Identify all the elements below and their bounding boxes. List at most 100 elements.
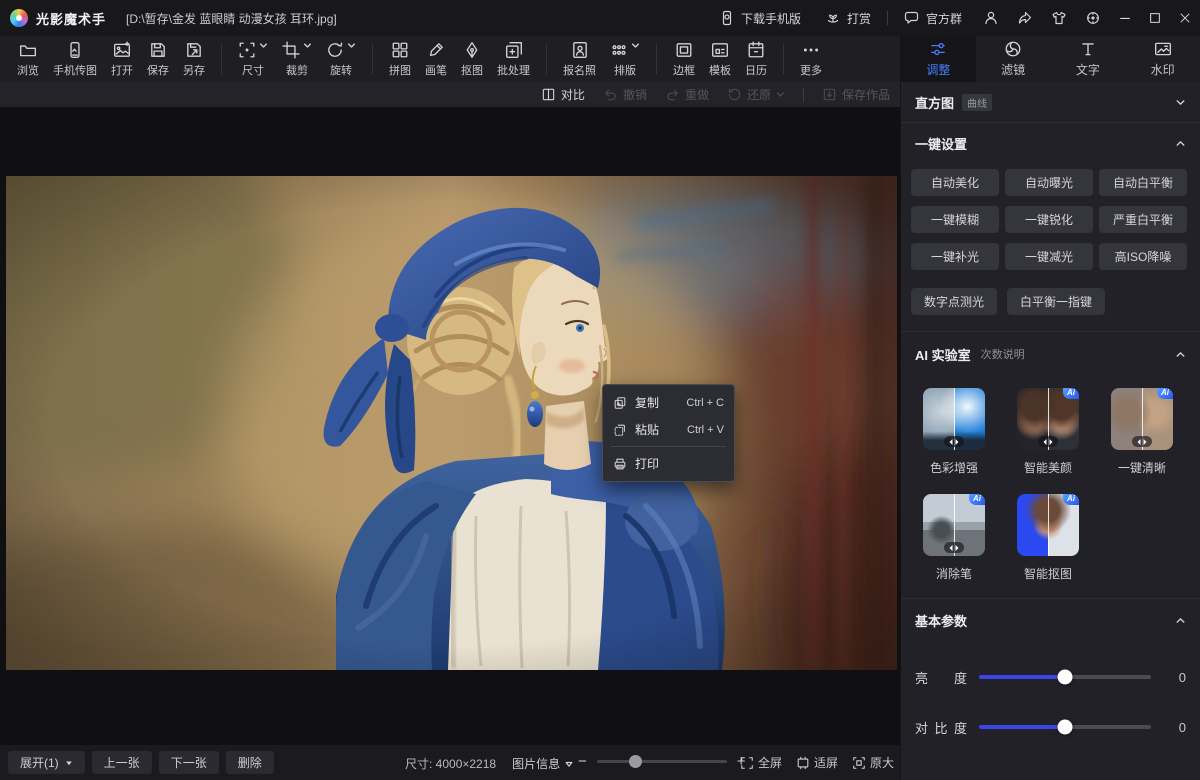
app-logo-icon xyxy=(10,9,28,27)
download-mobile-button[interactable]: 下载手机版 xyxy=(707,0,813,36)
zoom-slider-thumb[interactable] xyxy=(629,755,642,768)
ai-thumb-row: 色彩增强 Ai 智能美颜 Ai 一键清晰 xyxy=(901,376,1200,476)
toolbar-save-as[interactable]: 另存 xyxy=(176,39,212,80)
toolbar-id-photo[interactable]: 报名照 xyxy=(556,39,603,80)
maximize-button[interactable] xyxy=(1140,0,1170,36)
delete-image-button[interactable]: 删除 xyxy=(226,751,274,774)
minimize-button[interactable] xyxy=(1110,0,1140,36)
contrast-slider-thumb[interactable] xyxy=(1058,720,1073,735)
close-button[interactable] xyxy=(1170,0,1200,36)
ai-smart-beauty[interactable]: Ai 智能美颜 xyxy=(1017,388,1079,476)
digital-spot-metering-button[interactable]: 数字点测光 xyxy=(911,288,997,315)
white-balance-one-touch-button[interactable]: 白平衡一指键 xyxy=(1007,288,1105,315)
severe-white-balance-button[interactable]: 严重白平衡 xyxy=(1099,206,1187,233)
eraser-pen-thumbnail[interactable]: Ai xyxy=(923,494,985,556)
official-group-button[interactable]: 官方群 xyxy=(892,0,974,36)
shirt-icon xyxy=(1051,10,1067,26)
smart-cutout-thumbnail[interactable]: Ai xyxy=(1017,494,1079,556)
toolbar-separator xyxy=(546,44,547,74)
one-key-dim-light-button[interactable]: 一键减光 xyxy=(1005,243,1093,270)
reward-button[interactable]: 打赏 xyxy=(813,0,883,36)
toolbar-rotate[interactable]: 旋转 xyxy=(319,39,363,80)
one-key-section-header[interactable]: 一键设置 xyxy=(901,123,1200,163)
toolbar-size[interactable]: 尺寸 xyxy=(231,39,275,80)
tab-text[interactable]: 文字 xyxy=(1051,36,1126,82)
expand-filmstrip-button[interactable]: 展开(1) xyxy=(8,751,85,774)
one-key-sharpen-button[interactable]: 一键锐化 xyxy=(1005,206,1093,233)
ai-usage-link[interactable]: 次数说明 xyxy=(981,346,1025,362)
tab-filter[interactable]: 滤镜 xyxy=(976,36,1051,82)
prev-image-button[interactable]: 上一张 xyxy=(92,751,152,774)
image-info-dropdown[interactable]: 图片信息 xyxy=(512,755,573,772)
sliders-icon xyxy=(929,40,947,58)
zoom-slider[interactable] xyxy=(597,760,727,763)
toolbar-separator xyxy=(372,44,373,74)
auto-beautify-button[interactable]: 自动美化 xyxy=(911,169,999,196)
one-key-blur-button[interactable]: 一键模糊 xyxy=(911,206,999,233)
color-enhance-thumbnail[interactable] xyxy=(923,388,985,450)
undo-button[interactable]: 撤销 xyxy=(603,86,647,103)
brightness-slider-row: 亮度 0 xyxy=(901,667,1200,687)
toolbar-brush[interactable]: 画笔 xyxy=(418,39,454,80)
smart-beauty-thumbnail[interactable]: Ai xyxy=(1017,388,1079,450)
fullscreen-button[interactable]: 全屏 xyxy=(740,754,782,771)
auto-white-balance-button[interactable]: 自动白平衡 xyxy=(1099,169,1187,196)
zoom-out-button[interactable]: − xyxy=(578,753,587,770)
restore-button[interactable]: 还原 xyxy=(727,86,785,103)
auto-exposure-button[interactable]: 自动曝光 xyxy=(1005,169,1093,196)
fit-screen-button[interactable]: 适屏 xyxy=(796,754,838,771)
tab-adjust[interactable]: 调整 xyxy=(901,36,976,82)
toolbar-phone-transfer[interactable]: 手机传图 xyxy=(46,39,104,80)
context-menu-paste[interactable]: 粘贴 Ctrl + V xyxy=(603,416,734,443)
toolbar-calendar[interactable]: 日历 xyxy=(738,39,774,80)
minimize-icon xyxy=(1118,11,1132,25)
brightness-slider[interactable] xyxy=(979,675,1151,679)
histogram-section-header[interactable]: 直方图 曲线 xyxy=(901,82,1200,122)
histogram-badge: 曲线 xyxy=(962,94,992,111)
redo-button[interactable]: 重做 xyxy=(665,86,709,103)
ai-smart-cutout[interactable]: Ai 智能抠图 xyxy=(1017,494,1079,582)
ai-one-key-clarity[interactable]: Ai 一键清晰 xyxy=(1111,388,1173,476)
toolbar-open[interactable]: 打开 xyxy=(104,39,140,80)
next-image-button[interactable]: 下一张 xyxy=(159,751,219,774)
share-button[interactable] xyxy=(1008,0,1042,36)
toolbar-template[interactable]: 模板 xyxy=(702,39,738,80)
context-menu: 复制 Ctrl + C 粘贴 Ctrl + V 打印 xyxy=(602,384,735,482)
ai-lab-section-header[interactable]: AI 实验室 次数说明 xyxy=(901,332,1200,376)
toolbar-more[interactable]: 更多 xyxy=(793,39,829,80)
settings-button[interactable] xyxy=(1076,0,1110,36)
toolbar-browse[interactable]: 浏览 xyxy=(10,39,46,80)
one-key-fill-light-button[interactable]: 一键补光 xyxy=(911,243,999,270)
ai-color-enhance[interactable]: 色彩增强 xyxy=(923,388,985,476)
original-size-button[interactable]: 原大 xyxy=(852,754,894,771)
theme-skin-button[interactable] xyxy=(1042,0,1076,36)
high-iso-denoise-button[interactable]: 高ISO降噪 xyxy=(1099,243,1187,270)
edit-bar: 对比 撤销 重做 还原 保存作品 xyxy=(0,82,900,107)
fullscreen-icon xyxy=(740,756,754,770)
canvas-area[interactable]: 复制 Ctrl + C 粘贴 Ctrl + V 打印 xyxy=(0,107,900,745)
rotate-icon xyxy=(326,41,344,59)
toolbar-crop[interactable]: 裁剪 xyxy=(275,39,319,80)
toolbar-save[interactable]: 保存 xyxy=(140,39,176,80)
toolbar-cutout[interactable]: 抠图 xyxy=(454,39,490,80)
context-menu-copy[interactable]: 复制 Ctrl + C xyxy=(603,389,734,416)
toolbar-collage[interactable]: 拼图 xyxy=(382,39,418,80)
save-work-button[interactable]: 保存作品 xyxy=(822,86,890,103)
toolbar-layout[interactable]: 排版 xyxy=(603,39,647,80)
context-menu-separator xyxy=(611,446,726,447)
contrast-slider[interactable] xyxy=(979,725,1151,729)
tab-watermark[interactable]: 水印 xyxy=(1125,36,1200,82)
toolbar-border[interactable]: 边框 xyxy=(666,39,702,80)
basic-params-section-header[interactable]: 基本参数 xyxy=(901,599,1200,641)
histogram-title: 直方图 xyxy=(915,93,954,112)
context-menu-print[interactable]: 打印 xyxy=(603,450,734,477)
canvas-image[interactable] xyxy=(6,176,897,670)
clarity-thumbnail[interactable]: Ai xyxy=(1111,388,1173,450)
account-button[interactable] xyxy=(974,0,1008,36)
ai-eraser-pen[interactable]: Ai 消除笔 xyxy=(923,494,985,582)
toolbar-batch[interactable]: 批处理 xyxy=(490,39,537,80)
brightness-slider-thumb[interactable] xyxy=(1058,670,1073,685)
compare-button[interactable]: 对比 xyxy=(541,86,585,103)
watermark-icon xyxy=(1154,40,1172,58)
folder-icon xyxy=(19,41,37,59)
